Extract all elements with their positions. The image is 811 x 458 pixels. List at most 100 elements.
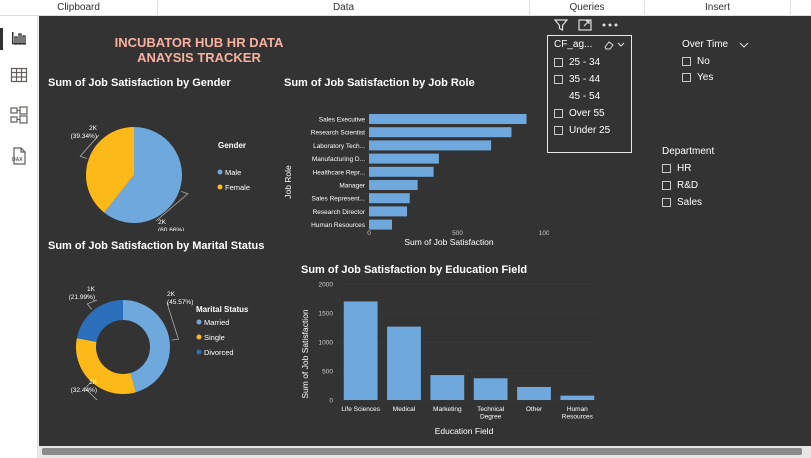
age-slicer-item[interactable]: Under 25 bbox=[554, 123, 610, 137]
role-chart-title: Sum of Job Satisfaction by Job Role bbox=[284, 77, 475, 89]
job-role-bar-chart[interactable]: Job Role Sum of Job Satisfaction Sales E… bbox=[279, 92, 549, 252]
checkbox[interactable] bbox=[554, 92, 563, 101]
role-bar[interactable] bbox=[369, 127, 512, 138]
role-bar[interactable] bbox=[369, 153, 439, 164]
marital-legend-title: Marital Status bbox=[196, 305, 249, 314]
department-slicer-item[interactable]: Sales bbox=[662, 195, 702, 209]
chevron-down-icon[interactable] bbox=[617, 42, 625, 47]
view-rail: DAX bbox=[0, 16, 38, 458]
role-bar[interactable] bbox=[369, 114, 527, 124]
canvas-scrollbar-thumb[interactable] bbox=[42, 448, 802, 455]
checkbox[interactable] bbox=[554, 108, 563, 118]
marital-legend-marker bbox=[196, 334, 202, 340]
overtime-slicer-title: Over Time bbox=[682, 39, 729, 50]
education-category-label: Medical bbox=[393, 406, 416, 413]
education-y-tick-label: 500 bbox=[322, 369, 333, 376]
education-bar[interactable] bbox=[430, 375, 465, 400]
marital-chart-title: Sum of Job Satisfaction by Marital Statu… bbox=[48, 240, 265, 252]
visual-header-toolbar bbox=[553, 16, 619, 34]
ribbon-group-clipboard: Clipboard bbox=[0, 0, 158, 16]
education-bar[interactable] bbox=[387, 326, 421, 400]
gender-legend-marker bbox=[217, 184, 223, 190]
ribbon-group-insert: Insert bbox=[645, 0, 791, 16]
age-slicer-item[interactable]: 35 - 44 bbox=[554, 72, 600, 86]
checkbox[interactable] bbox=[662, 197, 671, 207]
marital-legend-item: Divorced bbox=[204, 348, 234, 357]
education-category-label: Life Sciences bbox=[341, 406, 380, 413]
gender-pie-chart[interactable]: 2K(60.66%)2K(39.34%) Gender MaleFemale bbox=[39, 96, 279, 231]
age-slicer[interactable]: CF_ag... 25 - 34 35 - 44 45 - 54 Over 55… bbox=[547, 35, 632, 153]
checkbox[interactable] bbox=[662, 163, 671, 173]
marital-data-label: 1K bbox=[87, 286, 96, 293]
marital-legend-marker bbox=[196, 319, 202, 325]
clear-selections-icon[interactable] bbox=[604, 41, 614, 50]
education-category-label: Other bbox=[526, 406, 543, 413]
age-slicer-item[interactable]: Over 55 bbox=[554, 106, 605, 120]
marital-data-label: 2K bbox=[167, 291, 176, 298]
role-bar[interactable] bbox=[369, 206, 408, 217]
education-bar[interactable] bbox=[560, 395, 595, 400]
education-x-axis-title: Education Field bbox=[435, 426, 494, 436]
role-bar[interactable] bbox=[369, 193, 410, 204]
education-bar[interactable] bbox=[343, 301, 378, 400]
education-chart-title: Sum of Job Satisfaction by Education Fie… bbox=[301, 264, 528, 276]
role-bar[interactable] bbox=[369, 219, 393, 230]
age-slicer-item[interactable]: 25 - 34 bbox=[554, 55, 600, 69]
chevron-down-icon[interactable] bbox=[739, 41, 749, 49]
overtime-slicer-item[interactable]: No bbox=[682, 54, 710, 68]
role-category-label: Laboratory Tech... bbox=[313, 143, 365, 150]
checkbox[interactable] bbox=[662, 180, 671, 190]
role-x-tick-label: 0 bbox=[367, 230, 371, 237]
education-y-tick-label: 1500 bbox=[319, 311, 334, 318]
model-view-icon[interactable] bbox=[9, 105, 29, 125]
education-field-bar-chart[interactable]: Sum of Job Satisfaction Education Field … bbox=[294, 278, 609, 438]
checkbox[interactable] bbox=[554, 125, 563, 135]
table-view-icon[interactable] bbox=[9, 65, 29, 85]
filter-icon[interactable] bbox=[553, 17, 569, 33]
more-options-icon[interactable] bbox=[601, 17, 619, 33]
gender-legend-item: Female bbox=[225, 183, 250, 192]
age-slicer-title: CF_ag... bbox=[554, 39, 593, 50]
gender-legend-title: Gender bbox=[218, 141, 246, 150]
focus-mode-icon[interactable] bbox=[577, 17, 593, 33]
marital-legend-marker bbox=[196, 349, 202, 355]
role-category-label: Research Scientist bbox=[311, 130, 365, 137]
checkbox[interactable] bbox=[682, 72, 691, 82]
checkbox[interactable] bbox=[554, 57, 563, 67]
education-y-tick-label: 2000 bbox=[319, 282, 334, 289]
age-slicer-item[interactable]: 45 - 54 bbox=[554, 89, 600, 103]
role-bar[interactable] bbox=[369, 166, 434, 177]
role-bar[interactable] bbox=[369, 140, 492, 151]
department-slicer-item[interactable]: HR bbox=[662, 161, 691, 175]
page-title: INCUBATOR HUB HR DATA ANAYSIS TRACKER bbox=[114, 35, 284, 65]
marital-slice-single[interactable] bbox=[75, 338, 136, 394]
role-category-label: Manufacturing D... bbox=[312, 156, 365, 163]
marital-slice-divorced[interactable] bbox=[76, 300, 123, 342]
role-category-label: Research Director bbox=[313, 209, 366, 216]
education-bar[interactable] bbox=[473, 378, 508, 400]
marital-donut-chart[interactable]: 2K(45.57%)1K(32.44%)1K(21.99%) Marital S… bbox=[39, 266, 279, 406]
role-category-label: Healthcare Repr... bbox=[313, 169, 366, 176]
report-view-icon[interactable] bbox=[9, 28, 29, 48]
marital-data-label: (21.99%) bbox=[69, 294, 95, 301]
overtime-slicer-item[interactable]: Yes bbox=[682, 70, 713, 84]
marital-leader-line bbox=[166, 302, 179, 341]
checkbox[interactable] bbox=[554, 74, 563, 84]
education-category-label: Marketing bbox=[433, 406, 462, 413]
role-x-tick-label: 1000 bbox=[539, 230, 549, 237]
marital-leader-line bbox=[86, 299, 98, 310]
report-canvas[interactable]: INCUBATOR HUB HR DATA ANAYSIS TRACKER Su… bbox=[39, 16, 811, 446]
education-category-label: Human bbox=[567, 406, 588, 413]
role-bar[interactable] bbox=[369, 180, 418, 190]
education-y-tick-label: 1000 bbox=[319, 340, 334, 347]
active-view-indicator bbox=[0, 28, 3, 50]
education-bar[interactable] bbox=[517, 386, 551, 400]
ribbon-group-data: Data bbox=[158, 0, 530, 16]
gender-legend-marker bbox=[217, 169, 223, 175]
dax-query-icon[interactable]: DAX bbox=[9, 146, 29, 166]
age-slicer-header-controls bbox=[604, 41, 625, 50]
checkbox[interactable] bbox=[682, 56, 691, 66]
education-category-label: Technical bbox=[477, 406, 505, 413]
marital-legend-item: Married bbox=[204, 318, 229, 327]
department-slicer-item[interactable]: R&D bbox=[662, 178, 698, 192]
